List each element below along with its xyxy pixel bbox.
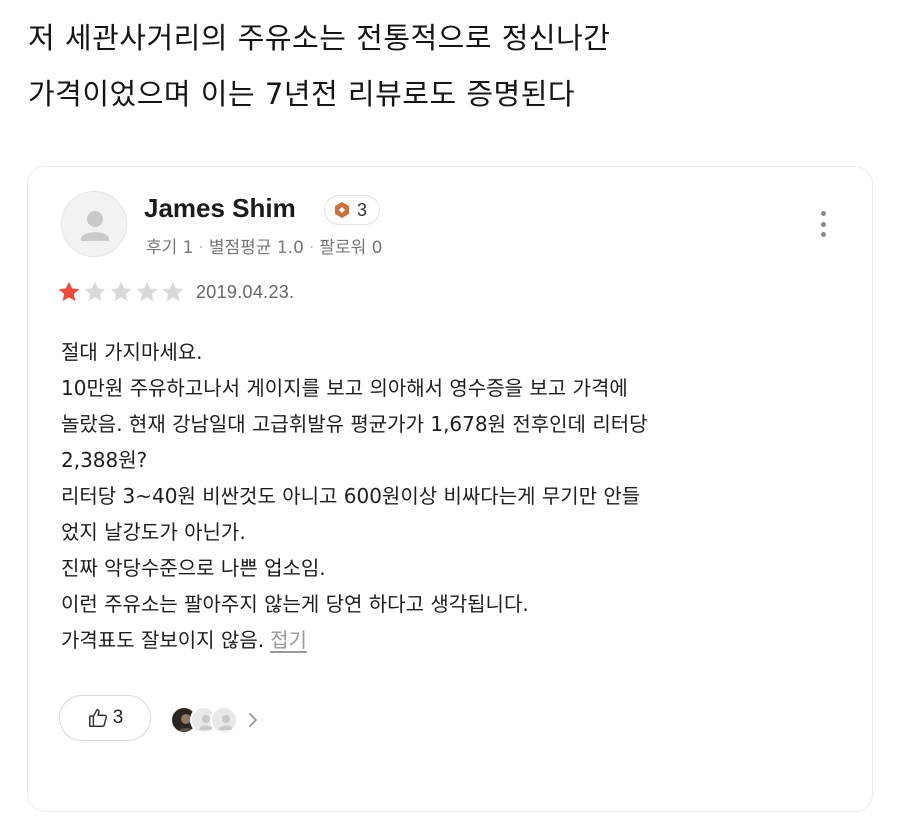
- liker-avatar: [210, 706, 238, 734]
- review-line: 10만원 주유하고나서 게이지를 보고 의아해서 영수증을 보고 가격에: [61, 376, 628, 400]
- chevron-right-icon: [249, 713, 257, 727]
- author-level: 3: [357, 199, 368, 220]
- headline-line-1: 저 세관사거리의 주유소는 전통적으로 정신나간: [28, 21, 611, 55]
- review-date: 2019.04.23.: [196, 281, 295, 302]
- more-vertical-icon: [820, 211, 826, 216]
- review-text: 절대 가지마세요. 10만원 주유하고나서 게이지를 보고 의아해서 영수증을 보…: [61, 334, 851, 622]
- like-button[interactable]: 3: [59, 695, 151, 741]
- review-last-sentence: 가격표도 잘보이지 않음.: [61, 628, 265, 652]
- fold-link[interactable]: 접기: [270, 628, 307, 652]
- average-rating: 별점평균 1.0: [208, 238, 304, 258]
- post-headline: 저 세관사거리의 주유소는 전통적으로 정신나간 가격이었으며 이는 7년전 리…: [28, 10, 868, 122]
- review-line: 2,388원?: [61, 448, 148, 472]
- review-line: 리터당 3~40원 비싼것도 아니고 600원이상 비싸다는게 무기만 안들: [61, 484, 641, 508]
- liked-users[interactable]: [170, 705, 260, 735]
- level-badge-icon: [335, 202, 349, 218]
- review-card: James Shim 3 후기 1 · 별점평균 1.0 · 팔로워 0 2019.04…: [27, 166, 873, 812]
- author-meta: 후기 1 · 별점평균 1.0 · 팔로워 0: [146, 233, 382, 258]
- star-rating: [56, 279, 186, 305]
- person-placeholder-icon: [81, 211, 109, 241]
- follower-count: 팔로워 0: [319, 238, 383, 258]
- meta-separator: ·: [308, 238, 315, 258]
- headline-line-2: 가격이었으며 이는 7년전 리뷰로도 증명된다: [28, 77, 576, 111]
- review-line: 놀랐음. 현재 강남일대 고급휘발유 평균가가 1,678원 전후인데 리터당: [61, 412, 648, 436]
- rating-row: 2019.04.23.: [56, 277, 294, 307]
- more-options-button[interactable]: [816, 207, 830, 241]
- review-last-line: 가격표도 잘보이지 않음. 접기: [61, 622, 851, 658]
- author-level-badge: 3: [324, 195, 380, 225]
- like-count: 3: [112, 707, 124, 728]
- star-filled-icon: [58, 281, 80, 302]
- review-line: 진짜 악당수준으로 나쁜 업소임.: [61, 556, 326, 580]
- star-empty-icon: [110, 281, 132, 302]
- review-count: 후기 1: [146, 238, 194, 258]
- more-vertical-icon-dot: [820, 221, 826, 227]
- author-avatar[interactable]: [61, 191, 127, 257]
- review-line: 절대 가지마세요.: [61, 340, 203, 364]
- star-empty-icon: [136, 281, 158, 302]
- more-vertical-icon-dot: [820, 232, 826, 237]
- person-placeholder-icon: [219, 715, 233, 730]
- review-line: 이런 주유소는 팔아주지 않는게 당연 하다고 생각됩니다.: [61, 592, 529, 616]
- star-empty-icon: [162, 281, 184, 302]
- review-body: 절대 가지마세요. 10만원 주유하고나서 게이지를 보고 의아해서 영수증을 보…: [61, 334, 851, 658]
- meta-separator: ·: [198, 238, 204, 258]
- thumbs-up-icon: [88, 709, 107, 727]
- star-empty-icon: [84, 281, 106, 302]
- author-name[interactable]: James Shim: [144, 193, 296, 224]
- review-line: 었지 날강도가 아닌가.: [61, 520, 246, 544]
